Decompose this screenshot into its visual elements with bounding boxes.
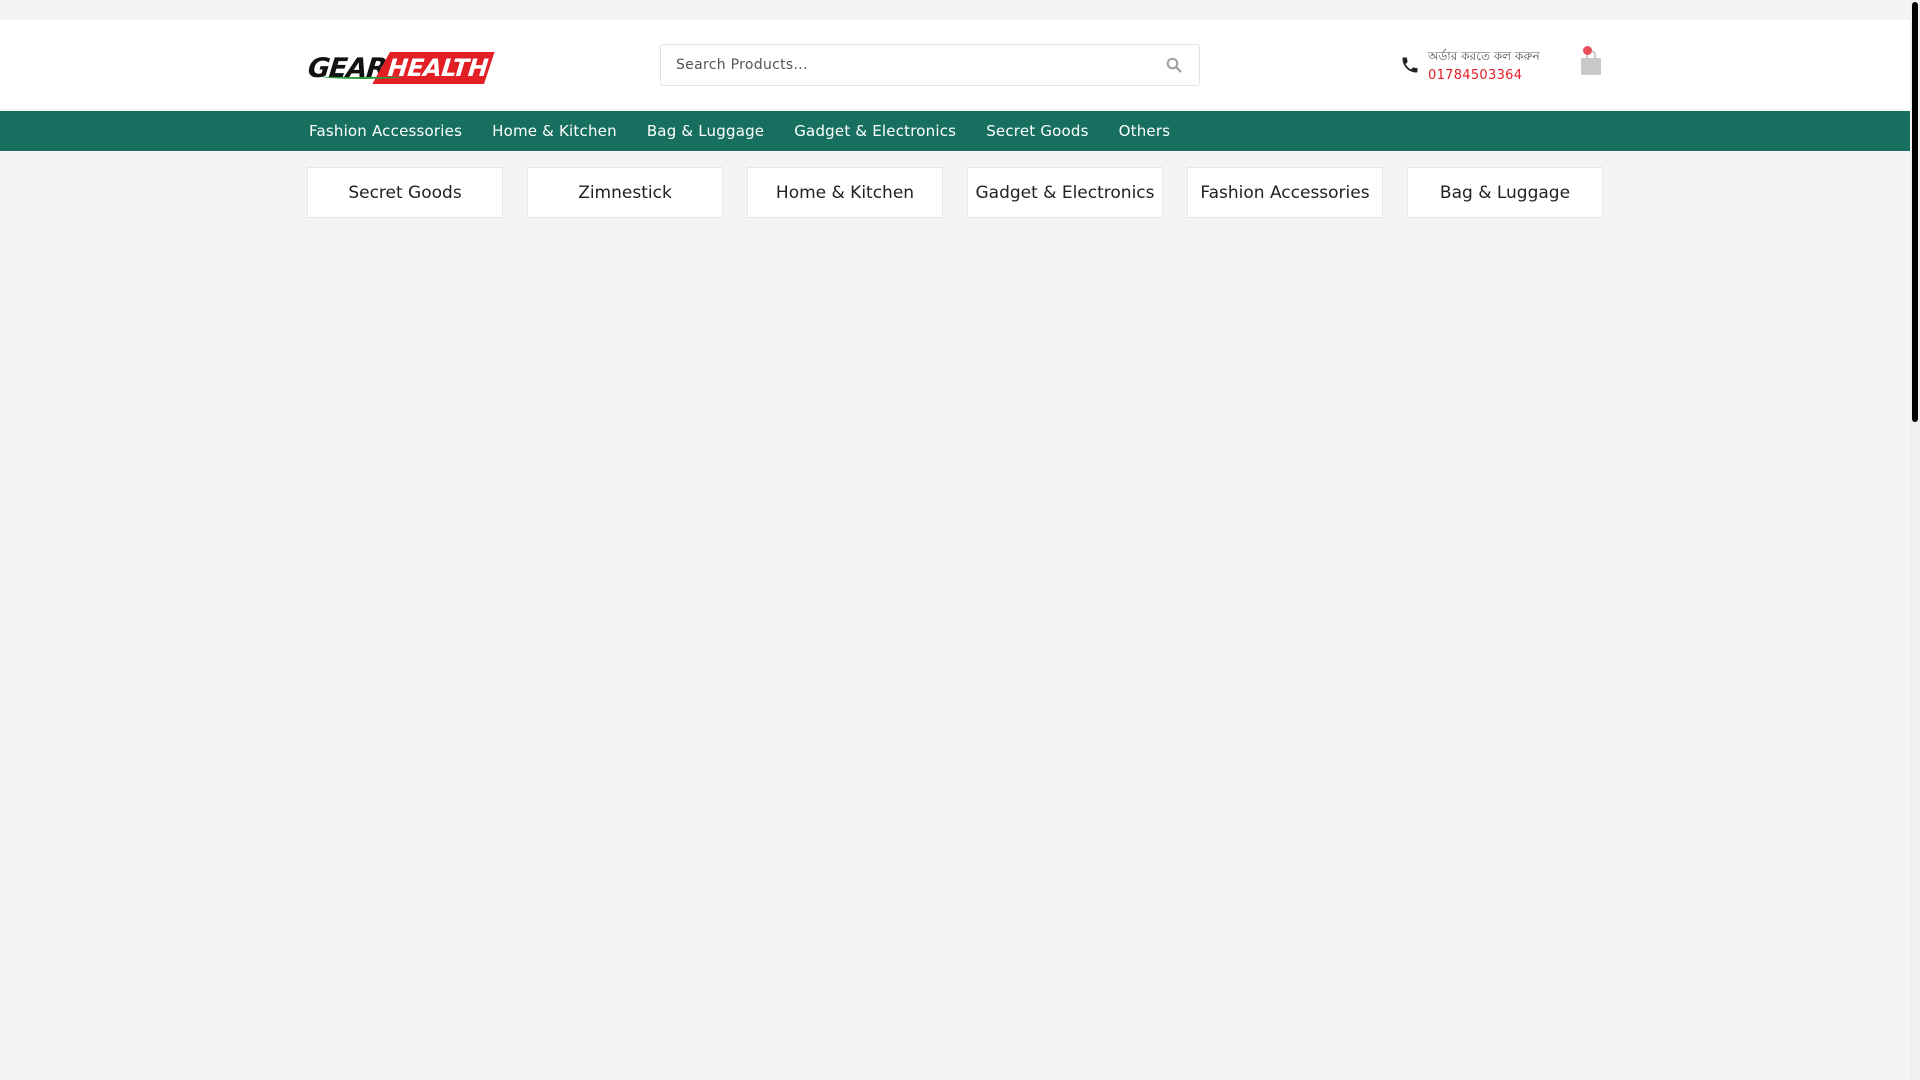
category-card-gadget-electronics[interactable]: Gadget & Electronics — [967, 167, 1163, 218]
contact-info: অর্ডার করতে কল করুন 01784503364 — [1400, 46, 1540, 86]
phone-number[interactable]: 01784503364 — [1428, 66, 1540, 85]
top-strip — [0, 0, 1920, 20]
nav-item-home-kitchen[interactable]: Home & Kitchen — [492, 122, 617, 140]
cart-badge — [1583, 46, 1592, 55]
search-input[interactable] — [661, 45, 1149, 85]
category-card-home-kitchen[interactable]: Home & Kitchen — [747, 167, 943, 218]
nav-item-secret-goods[interactable]: Secret Goods — [986, 122, 1088, 140]
category-card-fashion-accessories[interactable]: Fashion Accessories — [1187, 167, 1383, 218]
category-card-zimnestick[interactable]: Zimnestick — [527, 167, 723, 218]
phone-icon — [1402, 57, 1418, 73]
page-scrollbar[interactable] — [1910, 0, 1920, 1080]
logo-swoosh — [322, 74, 402, 79]
cart-button[interactable] — [1578, 46, 1604, 80]
search-button[interactable] — [1149, 45, 1199, 85]
search-icon — [1166, 57, 1182, 73]
nav-item-bag-luggage[interactable]: Bag & Luggage — [647, 122, 764, 140]
logo-text-health: HEALTH — [373, 52, 495, 84]
nav-item-fashion-accessories[interactable]: Fashion Accessories — [309, 122, 462, 140]
nav-item-others[interactable]: Others — [1119, 122, 1171, 140]
scrollbar-thumb[interactable] — [1912, 2, 1918, 422]
brand-logo[interactable]: GEAR N HEALTH — [306, 48, 458, 88]
category-card-bag-luggage[interactable]: Bag & Luggage — [1407, 167, 1603, 218]
search-box — [660, 44, 1200, 86]
category-cards: Secret Goods Zimnestick Home & Kitchen G… — [307, 167, 1627, 218]
category-card-secret-goods[interactable]: Secret Goods — [307, 167, 503, 218]
main-navbar: Fashion Accessories Home & Kitchen Bag &… — [0, 111, 1910, 151]
nav-item-gadget-electronics[interactable]: Gadget & Electronics — [794, 122, 956, 140]
site-header: GEAR N HEALTH অর্ডার করতে কল করুন 017845… — [0, 20, 1910, 111]
call-label: অর্ডার করতে কল করুন — [1428, 49, 1540, 63]
